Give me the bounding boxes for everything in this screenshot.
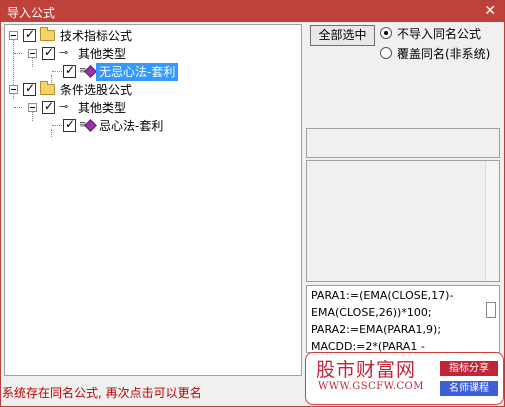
status-message: 系统存在同名公式, 再次点击可以更名: [2, 386, 202, 400]
tree-node-label: 其他类型: [78, 47, 127, 61]
checkbox-other-type-1[interactable]: [42, 45, 55, 60]
tree-node-label-selected: 无忌心法-套利: [96, 63, 179, 81]
select-all-button[interactable]: 全部选中: [310, 25, 375, 46]
collapse-icon[interactable]: [28, 49, 37, 58]
tree-node-label: 技术指标公式: [60, 29, 133, 43]
tree-node-tech-indicators[interactable]: 技术指标公式: [5, 27, 295, 45]
watermark-url: WWW.GSCFW.COM: [318, 381, 424, 392]
watermark-logo: 股市财富网 WWW.GSCFW.COM 指标分享 名师课程: [305, 352, 504, 405]
radio-no-import[interactable]: [380, 27, 392, 39]
tree-node-label: 忌心法-套利: [99, 119, 164, 133]
key-icon: ⊸: [59, 46, 69, 59]
formula-tree[interactable]: 技术指标公式 ⊸ 其他类型 ≡ 无忌心法-套利 条件选股公式 ⊸ 其他类型 ≡ …: [4, 24, 302, 376]
checkbox-formula-2[interactable]: [63, 117, 76, 132]
checkbox-other-type-2[interactable]: [42, 99, 55, 114]
description-scrollbar[interactable]: [485, 161, 499, 281]
tree-node-stock-selection[interactable]: 条件选股公式: [5, 81, 295, 99]
tree-node-label: 条件选股公式: [60, 83, 133, 97]
tree-connector: [14, 107, 22, 108]
watermark-tag-course: 名师课程: [440, 381, 498, 396]
radio-overwrite[interactable]: [380, 47, 392, 59]
name-field-panel: [306, 128, 500, 158]
code-line: EMA(CLOSE,26))*100;: [311, 306, 432, 319]
folder-icon: [40, 27, 55, 41]
checkbox-stock-selection[interactable]: [23, 81, 36, 96]
code-preview[interactable]: PARA1:=(EMA(CLOSE,17)- EMA(CLOSE,26))*10…: [306, 285, 500, 353]
radio-overwrite-label[interactable]: 覆盖同名(非系统): [397, 45, 490, 62]
tree-node-formula-2[interactable]: ≡ 忌心法-套利: [5, 117, 295, 135]
code-scroll-thumb[interactable]: [486, 302, 496, 318]
watermark-brand: 股市财富网: [316, 359, 417, 381]
tree-connector: [14, 53, 22, 54]
tree-node-formula-1[interactable]: ≡ 无忌心法-套利: [5, 63, 295, 81]
collapse-icon[interactable]: [28, 103, 37, 112]
radio-no-import-label[interactable]: 不导入同名公式: [397, 25, 481, 42]
collapse-icon[interactable]: [9, 31, 18, 40]
title-bar: 导入公式 ✕: [1, 1, 504, 22]
checkbox-tech-indicators[interactable]: [23, 27, 36, 42]
checkbox-formula-1[interactable]: [63, 63, 76, 78]
window-title: 导入公式: [7, 6, 56, 20]
description-panel: [306, 160, 500, 282]
code-line: PARA2:=EMA(PARA1,9);: [311, 323, 442, 336]
tree-node-other-type-1[interactable]: ⊸ 其他类型: [5, 45, 295, 63]
watermark-tag-share: 指标分享: [440, 361, 498, 376]
tree-node-label: 其他类型: [78, 101, 127, 115]
key-icon: ⊸: [59, 100, 69, 113]
close-icon[interactable]: ✕: [484, 2, 496, 20]
folder-icon: [40, 81, 55, 95]
collapse-icon[interactable]: [9, 85, 18, 94]
tree-node-other-type-2[interactable]: ⊸ 其他类型: [5, 99, 295, 117]
code-line: PARA1:=(EMA(CLOSE,17)-: [311, 289, 454, 302]
